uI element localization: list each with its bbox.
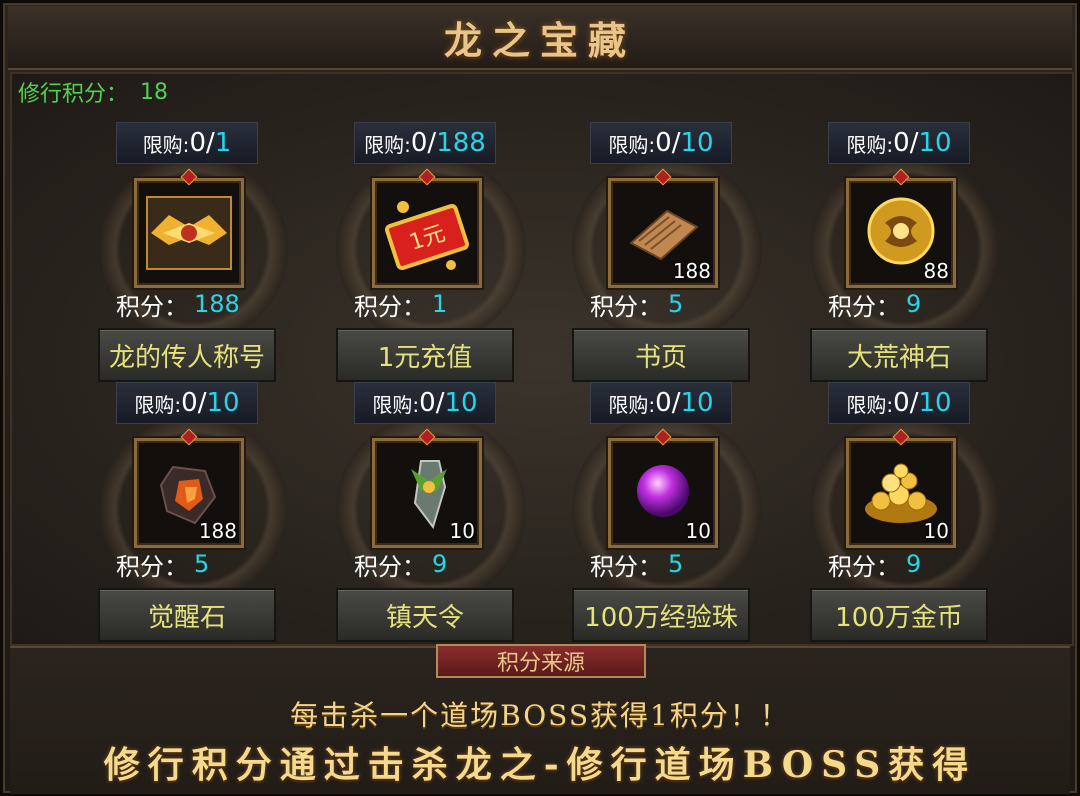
item-slot[interactable]: 10 xyxy=(372,438,482,548)
item-score: 积分： 9 xyxy=(828,290,922,321)
shop-item-dragon-title: 限购: 0/1 积分： 188 龙的传人称号 xyxy=(98,122,318,384)
buy-button[interactable]: 大荒神石 xyxy=(810,328,988,382)
shop-item-book-page: 限购: 0/10 188 积分： 5 书页 xyxy=(572,122,792,384)
item-score: 积分： 5 xyxy=(590,290,684,321)
shop-item-exp-orb: 限购: 0/10 10 积分： 5 100万经验珠 xyxy=(572,382,792,644)
buy-button[interactable]: 100万金币 xyxy=(810,588,988,642)
purchase-limit: 限购: 0/10 xyxy=(354,382,496,424)
points-source-tab[interactable]: 积分来源 xyxy=(436,644,646,678)
item-score: 积分： 9 xyxy=(354,550,448,581)
item-slot[interactable]: 1元 xyxy=(372,178,482,288)
item-slot[interactable] xyxy=(134,178,244,288)
buy-button[interactable]: 觉醒石 xyxy=(98,588,276,642)
item-slot[interactable]: 188 xyxy=(134,438,244,548)
shop-item-heaven-token: 限购: 0/10 10 积分： 9 镇天令 xyxy=(336,382,556,644)
shop-item-divine-stone: 限购: 0/10 88 积分： 9 大荒神石 xyxy=(810,122,1030,384)
purchase-limit: 限购: 0/10 xyxy=(116,382,258,424)
buy-button[interactable]: 镇天令 xyxy=(336,588,514,642)
item-slot[interactable]: 10 xyxy=(608,438,718,548)
shop-panel: 修行积分： 18 限购: 0/1 积分： 188 龙的传人称号 限购: 0/ 1… xyxy=(10,72,1074,646)
purchase-limit: 限购: 0/10 xyxy=(828,382,970,424)
buy-button[interactable]: 龙的传人称号 xyxy=(98,328,276,382)
points-source-panel: 积分来源 每击杀一个道场BOSS获得1积分！！ 修行积分通过击杀龙之-修行道场B… xyxy=(10,644,1070,794)
item-quantity: 188 xyxy=(198,519,237,543)
dragon-title-icon xyxy=(146,196,232,270)
buy-button[interactable]: 书页 xyxy=(572,328,750,382)
shop-item-recharge: 限购: 0/188 1元 积分： 1 1元充值 xyxy=(336,122,556,384)
item-quantity: 188 xyxy=(672,259,711,283)
purchase-limit: 限购: 0/188 xyxy=(354,122,496,164)
source-headline: 修行积分通过击杀龙之-修行道场BOSS获得 xyxy=(103,744,977,786)
item-slot[interactable]: 188 xyxy=(608,178,718,288)
game-window: 龙之宝藏 修行积分： 18 限购: 0/1 积分： 188 龙的传人称号 限购:… xyxy=(0,0,1080,796)
item-score: 积分： 9 xyxy=(828,550,922,581)
purchase-limit: 限购: 0/10 xyxy=(590,382,732,424)
points-value: 18 xyxy=(140,79,169,105)
buy-button[interactable]: 100万经验珠 xyxy=(572,588,750,642)
item-slot[interactable]: 10 xyxy=(846,438,956,548)
buy-button[interactable]: 1元充值 xyxy=(336,328,514,382)
recharge-coupon-icon: 1元 xyxy=(385,201,469,271)
item-score: 积分： 1 xyxy=(354,290,448,321)
item-score: 积分： 5 xyxy=(116,550,210,581)
points-display: 修行积分： 18 xyxy=(18,78,169,108)
shop-item-awakening-stone: 限购: 0/10 188 积分： 5 觉醒石 xyxy=(98,382,318,644)
item-quantity: 88 xyxy=(923,259,949,283)
item-score: 积分： 5 xyxy=(590,550,684,581)
item-quantity: 10 xyxy=(685,519,711,543)
title-bar: 龙之宝藏 xyxy=(8,6,1072,70)
purchase-limit: 限购: 0/10 xyxy=(590,122,732,164)
item-slot[interactable]: 88 xyxy=(846,178,956,288)
item-score: 积分： 188 xyxy=(116,290,240,321)
page-title: 龙之宝藏 xyxy=(443,17,636,63)
purchase-limit: 限购: 0/10 xyxy=(828,122,970,164)
purchase-limit: 限购: 0/1 xyxy=(116,122,258,164)
points-label: 修行积分： xyxy=(18,82,129,107)
source-info-line: 每击杀一个道场BOSS获得1积分！！ xyxy=(290,699,790,732)
item-quantity: 10 xyxy=(923,519,949,543)
item-quantity: 10 xyxy=(449,519,475,543)
shop-item-gold-coins: 限购: 0/10 10 积分： 9 100万金币 xyxy=(810,382,1030,644)
